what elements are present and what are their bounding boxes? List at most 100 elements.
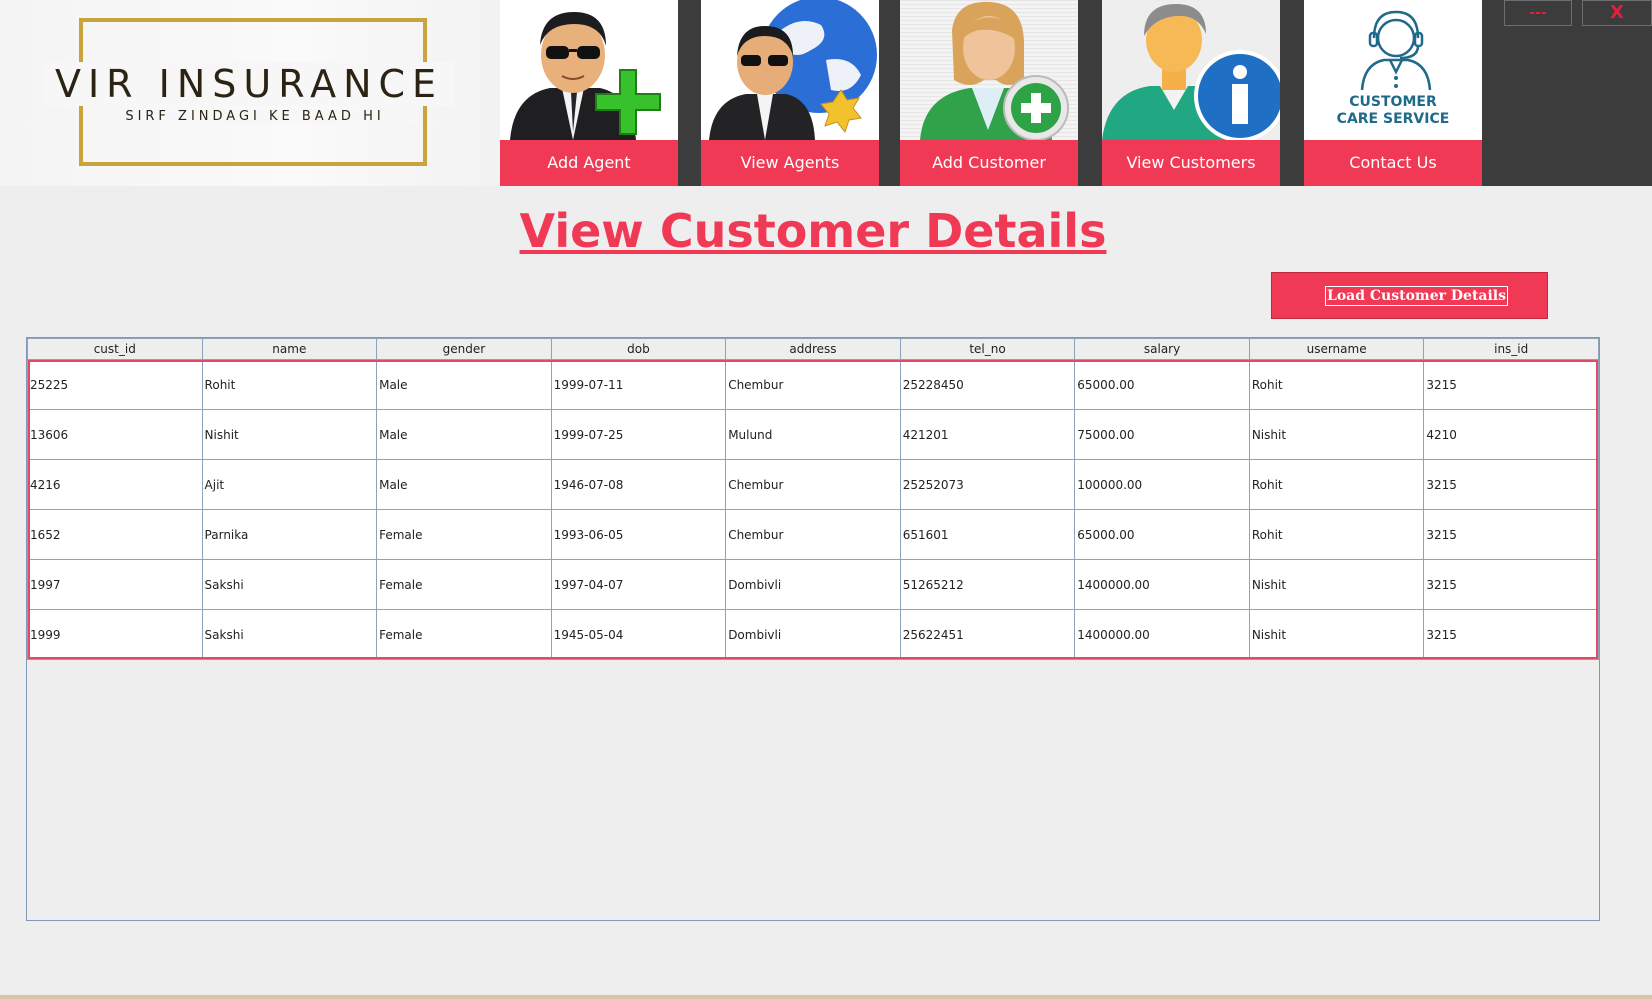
table-cell-username[interactable]: Rohit	[1248, 459, 1425, 510]
table-row[interactable]: 1997 Sakshi Female 1997-04-07 Dombivli 512652…	[27, 559, 1599, 610]
table-cell-tel_no[interactable]: 25252073	[899, 459, 1076, 510]
table-cell-name[interactable]: Rohit	[201, 359, 378, 410]
nav-add-agent-label: Add Agent	[500, 140, 678, 186]
nav-view-agents-label: View Agents	[701, 140, 879, 186]
care-caption: CUSTOMER CARE SERVICE	[1304, 94, 1482, 128]
table-cell-salary[interactable]: 65000.00	[1074, 359, 1250, 410]
nav-view-customers[interactable]: View Customers	[1102, 0, 1280, 186]
table-body: 25225 Rohit Male 1999-07-11 Chembur 25228450 6…	[27, 359, 1599, 660]
table-cell-username[interactable]: Rohit	[1248, 509, 1425, 560]
customer-care-icon: CUSTOMER CARE SERVICE	[1304, 0, 1482, 140]
table-cell-gender[interactable]: Female	[376, 609, 552, 660]
column-header[interactable]: tel_no	[899, 338, 1076, 360]
customer-table-scrollpane[interactable]: cust_id name gender dob address tel_no s…	[26, 337, 1600, 921]
table-cell-address[interactable]: Chembur	[725, 359, 901, 410]
nav-add-customer[interactable]: Add Customer	[900, 0, 1078, 186]
minimize-button[interactable]: ---	[1504, 0, 1572, 26]
table-cell-tel_no[interactable]: 421201	[899, 409, 1076, 460]
logo-subtitle: SIRF ZINDAGI KE BAAD HI	[90, 109, 420, 124]
load-customer-details-button[interactable]: Load Customer Details	[1271, 272, 1548, 319]
logo-panel: VIR INSURANCE SIRF ZINDAGI KE BAAD HI	[0, 0, 500, 186]
care-caption-line1: CUSTOMER	[1349, 94, 1437, 110]
table-cell-salary[interactable]: 75000.00	[1074, 409, 1250, 460]
table-cell-salary[interactable]: 65000.00	[1074, 509, 1250, 560]
table-cell-salary[interactable]: 100000.00	[1074, 459, 1250, 510]
table-cell-ins_id[interactable]: 3215	[1423, 509, 1599, 560]
column-header[interactable]: address	[725, 338, 901, 360]
customer-info-icon	[1102, 0, 1280, 140]
table-cell-address[interactable]: Dombivli	[725, 609, 901, 660]
table-cell-name[interactable]: Ajit	[201, 459, 378, 510]
table-cell-gender[interactable]: Male	[376, 459, 552, 510]
table-cell-dob[interactable]: 1945-05-04	[550, 609, 727, 660]
table-row[interactable]: 25225 Rohit Male 1999-07-11 Chembur 25228450 6…	[27, 359, 1599, 410]
table-cell-ins_id[interactable]: 4210	[1423, 409, 1599, 460]
table-cell-cust_id[interactable]: 1997	[27, 559, 203, 610]
table-row[interactable]: 1999 Sakshi Female 1945-05-04 Dombivli 256224…	[27, 609, 1599, 660]
table-cell-address[interactable]: Mulund	[725, 409, 901, 460]
table-cell-username[interactable]: Nishit	[1248, 559, 1425, 610]
agents-globe-icon	[701, 0, 879, 140]
table-cell-ins_id[interactable]: 3215	[1423, 459, 1599, 510]
table-cell-tel_no[interactable]: 51265212	[899, 559, 1076, 610]
nav-view-agents[interactable]: View Agents	[701, 0, 879, 186]
nav-add-agent[interactable]: Add Agent	[500, 0, 678, 186]
table-cell-name[interactable]: Sakshi	[201, 559, 378, 610]
table-cell-ins_id[interactable]: 3215	[1423, 359, 1599, 410]
table-cell-cust_id[interactable]: 1999	[27, 609, 203, 660]
nav-contact-us[interactable]: CUSTOMER CARE SERVICE Contact Us	[1304, 0, 1482, 186]
agent-add-icon	[500, 0, 678, 140]
table-cell-ins_id[interactable]: 3215	[1423, 559, 1599, 610]
table-cell-dob[interactable]: 1999-07-11	[550, 359, 727, 410]
table-cell-dob[interactable]: 1993-06-05	[550, 509, 727, 560]
column-header[interactable]: salary	[1074, 338, 1250, 360]
nav-contact-us-label: Contact Us	[1304, 140, 1482, 186]
table-cell-cust_id[interactable]: 25225	[27, 359, 203, 410]
table-row[interactable]: 4216 Ajit Male 1946-07-08 Chembur 25252073 100…	[27, 459, 1599, 510]
table-cell-gender[interactable]: Female	[376, 509, 552, 560]
logo-title: VIR INSURANCE	[44, 62, 454, 106]
customer-add-icon	[900, 0, 1078, 140]
table-cell-dob[interactable]: 1997-04-07	[550, 559, 727, 610]
table-cell-cust_id[interactable]: 13606	[27, 409, 203, 460]
top-bar: VIR INSURANCE SIRF ZINDAGI KE BAAD HI Ad…	[0, 0, 1652, 186]
column-header[interactable]: cust_id	[27, 338, 203, 360]
table-cell-username[interactable]: Nishit	[1248, 409, 1425, 460]
table-cell-dob[interactable]: 1999-07-25	[550, 409, 727, 460]
bottom-strip	[0, 995, 1652, 999]
table-cell-username[interactable]: Rohit	[1248, 359, 1425, 410]
close-button[interactable]: X	[1582, 0, 1652, 26]
table-cell-salary[interactable]: 1400000.00	[1074, 609, 1250, 660]
table-cell-address[interactable]: Chembur	[725, 509, 901, 560]
customer-table[interactable]: cust_id name gender dob address tel_no s…	[27, 338, 1599, 660]
table-cell-name[interactable]: Nishit	[201, 409, 378, 460]
table-row[interactable]: 1652 Parnika Female 1993-06-05 Chembur 651601…	[27, 509, 1599, 560]
table-cell-gender[interactable]: Female	[376, 559, 552, 610]
table-cell-gender[interactable]: Male	[376, 409, 552, 460]
nav-add-customer-label: Add Customer	[900, 140, 1078, 186]
table-cell-address[interactable]: Chembur	[725, 459, 901, 510]
column-header[interactable]: dob	[550, 338, 727, 360]
table-cell-name[interactable]: Sakshi	[201, 609, 378, 660]
column-header[interactable]: name	[201, 338, 378, 360]
table-row[interactable]: 13606 Nishit Male 1999-07-25 Mulund 421201 750…	[27, 409, 1599, 460]
table-cell-address[interactable]: Dombivli	[725, 559, 901, 610]
table-cell-tel_no[interactable]: 25228450	[899, 359, 1076, 410]
table-cell-tel_no[interactable]: 651601	[899, 509, 1076, 560]
page-title: View Customer Details	[519, 204, 1107, 258]
table-cell-salary[interactable]: 1400000.00	[1074, 559, 1250, 610]
column-header[interactable]: username	[1248, 338, 1425, 360]
table-cell-username[interactable]: Nishit	[1248, 609, 1425, 660]
table-cell-gender[interactable]: Male	[376, 359, 552, 410]
load-button-label: Load Customer Details	[1325, 286, 1508, 306]
table-cell-cust_id[interactable]: 4216	[27, 459, 203, 510]
column-header[interactable]: gender	[376, 338, 552, 360]
table-cell-dob[interactable]: 1946-07-08	[550, 459, 727, 510]
column-header[interactable]: ins_id	[1423, 338, 1599, 360]
table-cell-name[interactable]: Parnika	[201, 509, 378, 560]
table-header-row: cust_id name gender dob address tel_no s…	[27, 338, 1599, 360]
nav-view-customers-label: View Customers	[1102, 140, 1280, 186]
table-cell-tel_no[interactable]: 25622451	[899, 609, 1076, 660]
table-cell-ins_id[interactable]: 3215	[1423, 609, 1599, 660]
table-cell-cust_id[interactable]: 1652	[27, 509, 203, 560]
